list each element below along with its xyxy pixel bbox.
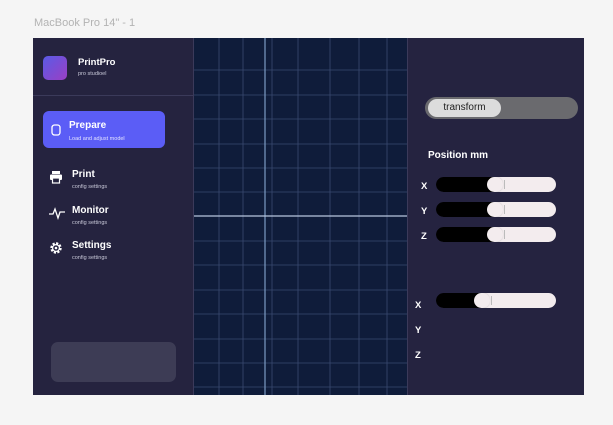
slider-handle[interactable] xyxy=(487,202,503,217)
transform-toggle[interactable]: transform xyxy=(425,97,578,119)
position-y-slider[interactable] xyxy=(436,202,556,217)
sidebar-item-subtitle: config settings xyxy=(72,255,108,261)
app-window: PrintPro pro studioel Prepare Load and a… xyxy=(33,38,584,395)
slider-handle[interactable] xyxy=(487,177,503,192)
sidebar-item-print[interactable]: Print config settings xyxy=(47,169,187,196)
rotation-x-slider[interactable] xyxy=(436,293,556,308)
sidebar-item-subtitle: Load and adjust model xyxy=(69,136,125,142)
sidebar-item-prepare[interactable]: Prepare Load and adjust model xyxy=(43,111,165,148)
slider-tick xyxy=(491,296,492,305)
properties-panel: transform Position mm X Y Z X Y Z xyxy=(407,38,584,395)
position-z-slider[interactable] xyxy=(436,227,556,242)
prepare-icon xyxy=(51,123,61,141)
slider-handle[interactable] xyxy=(474,293,490,308)
rotation-x-label: X xyxy=(415,300,422,311)
viewport-canvas[interactable] xyxy=(193,38,408,395)
slider-tick xyxy=(504,180,505,189)
pulse-icon xyxy=(49,206,65,225)
position-z-label: Z xyxy=(421,231,427,242)
frame-label: MacBook Pro 14" - 1 xyxy=(34,17,136,29)
sidebar: PrintPro pro studioel Prepare Load and a… xyxy=(33,38,193,395)
brand-name: PrintPro xyxy=(78,57,116,68)
brand-subtitle: pro studioel xyxy=(78,71,107,77)
brand-header: PrintPro pro studioel xyxy=(33,38,193,96)
position-y-label: Y xyxy=(421,206,428,217)
position-x-slider[interactable] xyxy=(436,177,556,192)
printer-icon xyxy=(49,170,63,189)
transform-toggle-label: transform xyxy=(428,99,501,117)
brand-logo xyxy=(43,56,67,80)
slider-tick xyxy=(504,230,505,239)
grid-svg xyxy=(194,38,408,395)
sidebar-item-label: Settings xyxy=(72,240,112,251)
sidebar-item-label: Print xyxy=(72,169,95,180)
rotation-y-label: Y xyxy=(415,325,422,336)
slider-tick xyxy=(504,205,505,214)
slider-handle[interactable] xyxy=(487,227,503,242)
slider-track xyxy=(482,293,556,308)
sidebar-item-label: Monitor xyxy=(72,205,109,216)
gear-icon xyxy=(49,241,63,260)
sidebar-item-label: Prepare xyxy=(69,120,107,131)
sidebar-item-subtitle: config settings xyxy=(72,184,108,190)
position-x-label: X xyxy=(421,181,428,192)
sidebar-item-monitor[interactable]: Monitor config settings xyxy=(47,205,187,232)
sidebar-item-subtitle: config settings xyxy=(72,220,108,226)
position-title: Position mm xyxy=(428,150,489,161)
sidebar-item-settings[interactable]: Settings config settings xyxy=(47,240,187,267)
sidebar-bottom-panel xyxy=(51,342,176,382)
rotation-z-label: Z xyxy=(415,350,421,361)
